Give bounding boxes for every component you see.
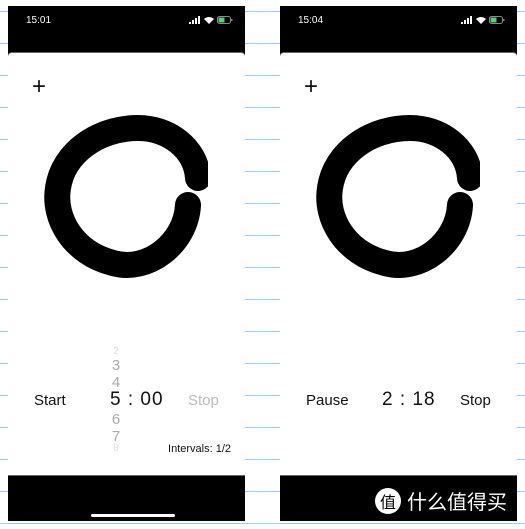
- status-bar: 15:04: [280, 6, 517, 52]
- stop-button[interactable]: Stop: [460, 392, 491, 409]
- enso-circle-image: [316, 114, 480, 278]
- watermark: 值 什么值得买: [375, 486, 507, 515]
- pause-button[interactable]: Pause: [306, 392, 349, 409]
- wifi-icon: [204, 17, 214, 24]
- stop-button[interactable]: Stop: [188, 392, 219, 409]
- signal-icon: [461, 16, 472, 24]
- intervals-label: Intervals: 1/2: [168, 443, 231, 455]
- watermark-logo: 值: [375, 487, 401, 514]
- add-button[interactable]: +: [32, 75, 46, 99]
- timer-display: 2 : 18: [382, 389, 436, 410]
- battery-icon: [217, 16, 233, 24]
- home-indicator[interactable]: [91, 514, 175, 517]
- enso-circle-image: [44, 114, 208, 278]
- status-time: 15:01: [26, 15, 52, 26]
- timer-view: + Start 2 3 4 6 7 8 5 : 00 Stop Interval…: [8, 52, 245, 476]
- status-time: 15:04: [298, 15, 324, 26]
- battery-icon: [489, 16, 505, 24]
- start-button[interactable]: Start: [34, 392, 66, 409]
- phone-screen-right: 15:04 + Pause 2 : 18 Stop 值 什么值得买: [280, 6, 517, 521]
- signal-icon: [189, 16, 200, 24]
- timer-display: 5 : 00: [110, 389, 164, 410]
- timer-view: + Pause 2 : 18 Stop: [280, 52, 517, 476]
- phone-screen-left: 15:01 + Start 2 3 4 6 7 8 5 : 00 Stop In…: [8, 6, 245, 521]
- add-button[interactable]: +: [304, 75, 318, 99]
- status-bar: 15:01: [8, 6, 245, 52]
- wifi-icon: [476, 17, 486, 24]
